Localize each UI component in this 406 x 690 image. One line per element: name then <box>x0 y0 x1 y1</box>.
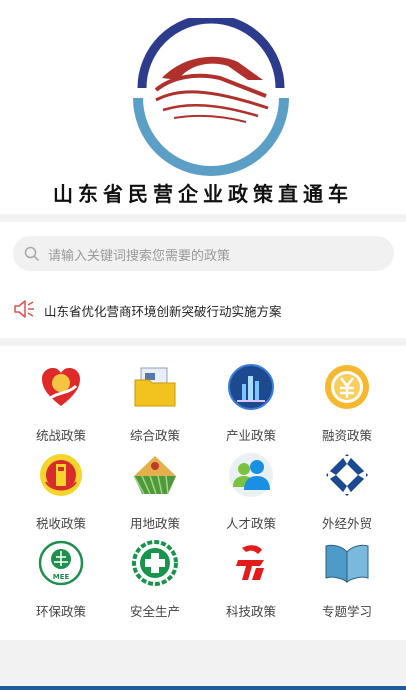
grid-item-label: 环保政策 <box>35 604 86 619</box>
grid-item-label: 科技政策 <box>225 604 276 619</box>
app-title: 山东省民营企业政策直通车 <box>53 182 353 206</box>
grid-item-foreign-trade[interactable]: 外经外贸 <box>297 452 397 540</box>
search-input[interactable]: 请输入关键词搜索您需要的政策 <box>13 236 394 271</box>
policy-grid: 统战政策 综合政策 产业政策 融资政策 税收政策 用地政策 人才政策 外经外贸 … <box>0 346 406 640</box>
grid-item-talent[interactable]: 人才政策 <box>201 452 301 540</box>
grid-item-label: 人才政策 <box>225 516 276 531</box>
tax-emblem-icon <box>40 454 82 496</box>
notice-bar[interactable]: 山东省优化营商环境创新突破行动实施方案 <box>0 294 406 324</box>
grid-item-label: 统战政策 <box>35 428 86 443</box>
folder-icon <box>134 367 176 407</box>
grid-item-label: 融资政策 <box>321 428 372 443</box>
grid-item-environment[interactable]: MEE 环保政策 <box>11 540 111 628</box>
logo-icon <box>133 18 289 176</box>
safety-cross-icon <box>132 540 178 586</box>
grid-item-industry[interactable]: 产业政策 <box>201 364 301 452</box>
trade-icon <box>326 454 368 496</box>
grid-item-safety[interactable]: 安全生产 <box>105 540 205 628</box>
grid-item-label: 综合政策 <box>129 428 180 443</box>
notice-text: 山东省优化营商环境创新突破行动实施方案 <box>44 304 282 319</box>
header: 山东省民营企业政策直通车 <box>0 0 406 214</box>
grid-item-label: 用地政策 <box>129 516 180 531</box>
yuan-coin-icon <box>325 365 369 409</box>
search-icon <box>24 246 40 262</box>
industry-icon <box>228 364 274 410</box>
mee-emblem-icon: MEE <box>38 540 84 586</box>
united-front-icon <box>42 368 80 406</box>
farmland-icon <box>133 456 176 495</box>
search-section: 请输入关键词搜索您需要的政策 山东省优化营商环境创新突破行动实施方案 <box>0 222 406 338</box>
grid-item-label: 税收政策 <box>35 516 86 531</box>
grid-item-study[interactable]: 专题学习 <box>297 540 397 628</box>
people-icon <box>229 453 273 497</box>
grid-item-finance[interactable]: 融资政策 <box>297 364 397 452</box>
speaker-icon <box>14 300 34 318</box>
search-placeholder: 请输入关键词搜索您需要的政策 <box>48 249 231 264</box>
grid-item-label: 安全生产 <box>129 604 180 619</box>
grid-item-united-front[interactable]: 统战政策 <box>11 364 111 452</box>
grid-item-label: 产业政策 <box>225 428 276 443</box>
science-icon <box>236 545 264 580</box>
bottom-bar <box>0 686 406 690</box>
svg-text:MEE: MEE <box>53 573 70 581</box>
book-icon <box>325 544 369 584</box>
grid-item-science[interactable]: 科技政策 <box>201 540 301 628</box>
grid-item-label: 专题学习 <box>321 604 372 619</box>
grid-item-comprehensive[interactable]: 综合政策 <box>105 364 205 452</box>
grid-item-label: 外经外贸 <box>321 516 372 531</box>
grid-item-land[interactable]: 用地政策 <box>105 452 205 540</box>
grid-item-tax[interactable]: 税收政策 <box>11 452 111 540</box>
